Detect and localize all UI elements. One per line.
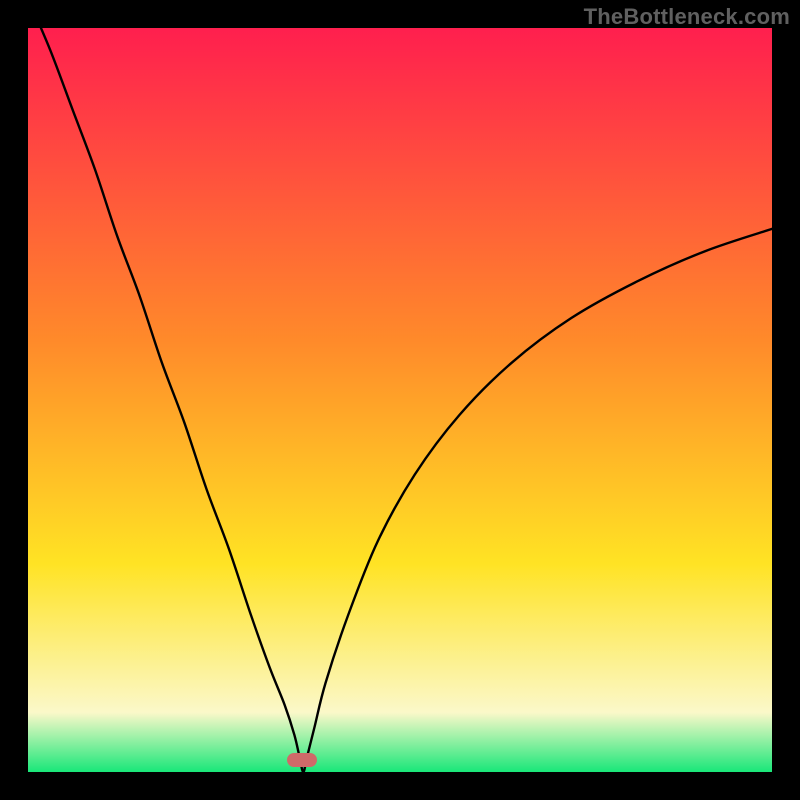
min-marker <box>287 753 317 767</box>
watermark-text: TheBottleneck.com <box>584 4 790 30</box>
gradient-background <box>28 28 772 772</box>
plot-area <box>28 28 772 772</box>
chart-frame: TheBottleneck.com <box>0 0 800 800</box>
bottleneck-plot-svg <box>28 28 772 772</box>
